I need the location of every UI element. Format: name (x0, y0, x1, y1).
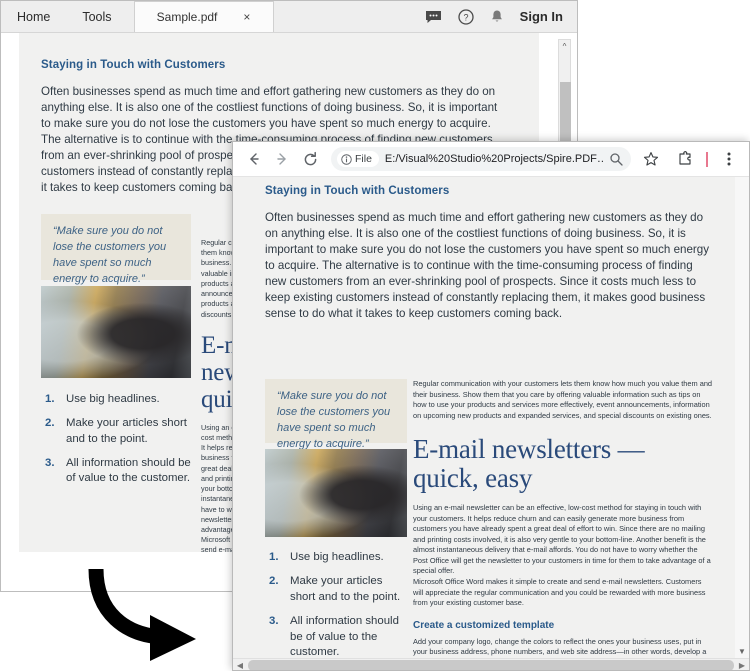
chrome-pdf-left-column: “Make sure you do not lose the customers… (265, 379, 407, 658)
chrome-toolbar: File E:/Visual%20Studio%20Projects/Spire… (233, 142, 749, 177)
acrobat-toolbar-right: ? Sign In (425, 1, 577, 32)
screenshot-root: Home Tools Sample.pdf × ? Sign In Stayin… (0, 0, 750, 671)
chrome-pdf-header-block: Staying in Touch with Customers Often bu… (265, 185, 713, 322)
chrome-pdf-page: Staying in Touch with Customers Often bu… (233, 177, 735, 658)
list-item-text: Make your articles short and to the poin… (66, 417, 187, 445)
scroll-down-icon[interactable]: ▼ (735, 647, 749, 656)
scrollbar-thumb[interactable] (248, 660, 734, 670)
menu-item-home[interactable]: Home (1, 1, 66, 33)
list-item-number: 1. (269, 551, 279, 563)
text-caret (706, 151, 708, 167)
pdf-pull-quote: “Make sure you do not lose the customers… (41, 213, 191, 285)
info-circle-icon (341, 153, 352, 165)
star-icon[interactable] (639, 147, 663, 171)
svg-text:?: ? (463, 12, 468, 22)
chrome-vertical-scrollbar[interactable]: ▼ (735, 177, 749, 658)
list-item-number: 3. (269, 615, 279, 628)
list-item: 1. Use big headlines. (45, 392, 191, 407)
list-item-text: All information should be of value to th… (290, 615, 399, 658)
pdf-newsletter-paragraph-2: Microsoft Office Word makes it simple to… (413, 576, 706, 608)
list-item-text: Make your articles short and to the poin… (290, 575, 401, 603)
three-dot-menu-icon[interactable] (717, 147, 741, 171)
address-bar[interactable]: File E:/Visual%20Studio%20Projects/Spire… (331, 147, 631, 171)
help-question-icon[interactable]: ? (458, 8, 474, 25)
search-zoom-icon[interactable] (609, 152, 623, 166)
pdf-subheading: Create a customized template (413, 619, 555, 631)
list-item: 1. Use big headlines. (269, 550, 407, 565)
back-button[interactable] (241, 146, 267, 172)
worker-with-tablet-photo (41, 285, 191, 378)
pdf-headline-line-2: quick, easy (413, 463, 533, 494)
menu-item-tools[interactable]: Tools (66, 1, 127, 33)
scroll-right-icon[interactable]: ▶ (735, 661, 749, 670)
pdf-pull-quote: “Make sure you do not lose the customers… (265, 379, 407, 450)
chrome-browser-window: File E:/Visual%20Studio%20Projects/Spire… (232, 141, 750, 671)
chrome-horizontal-scrollbar[interactable]: ◀ ▶ (233, 658, 749, 670)
list-item-number: 1. (45, 392, 55, 405)
pdf-numbered-list: 1. Use big headlines. 2. Make your artic… (265, 550, 407, 658)
acrobat-top-bar: Home Tools Sample.pdf × ? Sign In (1, 1, 577, 33)
pdf-newsletter-paragraph-1: Using an e-mail newsletter can be an eff… (413, 503, 711, 576)
list-item-number: 2. (269, 575, 279, 588)
list-item-number: 3. (45, 457, 55, 470)
pdf-regular-communication: Regular communication with your customer… (413, 379, 713, 420)
document-tab-title: Sample.pdf (156, 10, 218, 24)
list-item: 3. All information should be of value to… (269, 614, 407, 658)
pdf-section-title: Staying in Touch with Customers (41, 59, 226, 71)
reload-button[interactable] (297, 146, 323, 172)
list-item-text: Use big headlines. (290, 551, 384, 563)
sign-in-button[interactable]: Sign In (520, 9, 563, 24)
list-item-text: Use big headlines. (66, 392, 160, 405)
bell-icon[interactable] (490, 9, 504, 25)
forward-button[interactable] (269, 146, 295, 172)
list-item-number: 2. (45, 417, 55, 430)
curved-arrow-right (88, 565, 228, 661)
document-tab-sample-pdf[interactable]: Sample.pdf × (133, 1, 274, 32)
acrobat-menu: Home Tools (1, 1, 128, 32)
acrobat-pdf-left-column: Staying in Touch with Customers Often bu… (41, 59, 501, 496)
scroll-left-icon[interactable]: ◀ (233, 661, 247, 670)
site-chip-label: File (355, 153, 372, 165)
puzzle-piece-icon[interactable] (673, 147, 697, 171)
pdf-headline-line-1: E-mail newsletters — (413, 434, 645, 465)
list-item-text: All information should be of value to th… (66, 457, 191, 485)
close-icon[interactable]: × (243, 10, 250, 24)
pdf-section-title: Staying in Touch with Customers (265, 185, 450, 197)
url-text[interactable]: E:/Visual%20Studio%20Projects/Spire.PDF… (385, 153, 603, 165)
list-item: 2. Make your articles short and to the p… (269, 574, 407, 605)
site-info-chip[interactable]: File (337, 151, 379, 167)
comment-bubble-icon[interactable] (425, 10, 442, 24)
worker-with-tablet-photo (265, 449, 407, 537)
pdf-template-paragraph: Add your company logo, change the colors… (413, 636, 707, 658)
pdf-numbered-list: 1. Use big headlines. 2. Make your artic… (41, 392, 191, 487)
chrome-pdf-viewer: Staying in Touch with Customers Often bu… (233, 177, 749, 670)
list-item: 3. All information should be of value to… (45, 456, 191, 487)
scroll-up-icon[interactable]: ^ (559, 40, 570, 53)
chrome-pdf-right-column: Regular communication with your customer… (413, 379, 713, 658)
list-item: 2. Make your articles short and to the p… (45, 416, 191, 447)
pdf-intro-paragraph: Often businesses spend as much time and … (265, 211, 710, 320)
